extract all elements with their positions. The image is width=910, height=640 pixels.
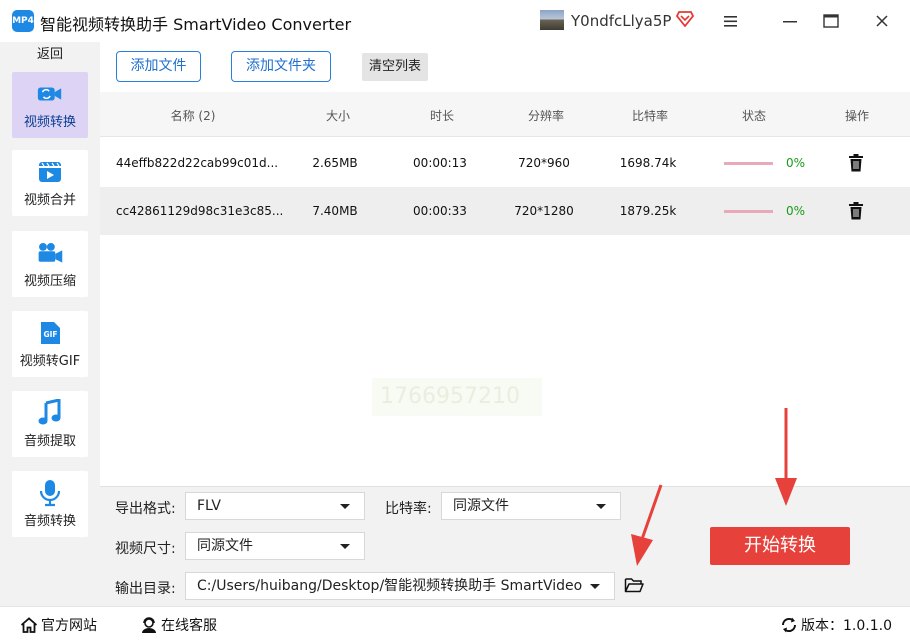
start-convert-button[interactable]: 开始转换 <box>710 527 850 565</box>
title-bar: MP4 智能视频转换助手 SmartVideo Converter Y0ndfc… <box>0 0 910 42</box>
table-header: 名称 (2) 大小 时长 分辨率 比特率 状态 操作 <box>100 92 910 137</box>
chevron-down-icon <box>340 504 350 509</box>
sidebar-item-audio-convert[interactable]: 音频转换 <box>12 471 88 537</box>
chevron-down-icon <box>596 504 606 509</box>
file-bitrate: 1879.25k <box>619 204 677 218</box>
video-size-label: 视频尺寸: <box>115 541 176 557</box>
column-header-duration[interactable]: 时长 <box>430 107 454 124</box>
progress-bar <box>724 210 773 213</box>
maximize-button[interactable] <box>816 9 846 33</box>
clear-list-button[interactable]: 清空列表 <box>362 53 428 81</box>
video-size-value: 同源文件 <box>197 538 253 554</box>
sidebar-item-video-convert[interactable]: 视频转换 <box>12 72 88 138</box>
sidebar-item-label: 音频提取 <box>23 433 76 449</box>
sidebar-item-label: 视频合并 <box>23 192 76 208</box>
refresh-icon <box>781 617 797 633</box>
file-name: 44effb822d22cab99c01d... <box>116 156 279 170</box>
bitrate-value: 同源文件 <box>453 498 509 514</box>
chevron-down-icon <box>590 584 600 589</box>
maximize-icon <box>823 14 839 28</box>
file-resolution: 720*1280 <box>514 204 574 218</box>
sidebar: 返回 视频转换 视频合并 视频压缩 GIF 视频转GIF 音频提取 音频转换 <box>0 42 100 606</box>
official-website-link[interactable]: 官方网站 <box>20 615 97 635</box>
annotation-arrow-icon <box>631 484 663 566</box>
file-name: cc42861129d98c31e3c85... <box>116 204 284 218</box>
trash-icon[interactable] <box>848 154 864 172</box>
minimize-icon <box>783 21 797 23</box>
version-info[interactable]: 版本：1.0.1.0 <box>780 615 892 635</box>
progress-bar <box>724 162 773 165</box>
chevron-down-icon <box>340 544 350 549</box>
bitrate-select[interactable]: 同源文件 <box>441 492 621 520</box>
video-merge-icon <box>36 159 64 185</box>
watermark: 1766957210 <box>372 378 542 416</box>
table-row[interactable]: 44effb822d22cab99c01d... 2.65MB 00:00:13… <box>100 139 910 187</box>
progress-percent: 0% <box>786 156 806 170</box>
online-support-label: 在线客服 <box>161 618 217 634</box>
folder-open-icon[interactable] <box>624 576 644 594</box>
sidebar-item-video-compress[interactable]: 视频压缩 <box>12 231 88 297</box>
annotation-arrow-icon <box>775 408 797 506</box>
bitrate-label: 比特率: <box>385 501 432 517</box>
support-agent-icon <box>142 617 156 633</box>
status-bar: 官方网站 在线客服 版本：1.0.1.0 <box>0 606 910 640</box>
menu-icon[interactable] <box>722 13 740 29</box>
close-button[interactable] <box>867 9 897 33</box>
output-dir-select[interactable]: C:/Users/huibang/Desktop/智能视频转换助手 SmartV… <box>185 572 615 600</box>
music-note-icon <box>36 398 64 426</box>
output-dir-label: 输出目录: <box>115 581 176 597</box>
column-header-size[interactable]: 大小 <box>326 107 350 124</box>
version-label: 版本：1.0.1.0 <box>801 618 892 634</box>
app-title: 智能视频转换助手 SmartVideo Converter <box>40 15 352 34</box>
file-duration: 00:00:13 <box>413 156 467 170</box>
progress-percent: 0% <box>786 204 806 218</box>
back-button[interactable]: 返回 <box>10 44 90 66</box>
sidebar-item-video-to-gif[interactable]: GIF 视频转GIF <box>12 311 88 377</box>
trash-icon[interactable] <box>848 202 864 220</box>
file-duration: 00:00:33 <box>413 204 467 218</box>
column-header-name[interactable]: 名称 (2) <box>171 107 216 124</box>
official-website-label: 官方网站 <box>41 618 97 634</box>
sidebar-item-label: 音频转换 <box>23 513 76 529</box>
file-resolution: 720*960 <box>518 156 570 170</box>
column-header-bitrate[interactable]: 比特率 <box>632 107 668 124</box>
close-icon <box>876 15 888 27</box>
column-header-actions: 操作 <box>844 109 870 123</box>
sidebar-item-label: 视频转换 <box>23 114 76 130</box>
video-compress-icon <box>36 240 64 266</box>
sidebar-item-label: 视频压缩 <box>23 273 76 289</box>
sidebar-item-audio-extract[interactable]: 音频提取 <box>12 391 88 457</box>
format-label: 导出格式: <box>115 501 176 517</box>
format-value: FLV <box>197 498 221 514</box>
gif-icon: GIF <box>36 320 64 346</box>
avatar[interactable] <box>540 10 564 30</box>
column-header-status: 状态 <box>741 109 767 123</box>
microphone-icon <box>36 479 64 506</box>
file-bitrate: 1698.74k <box>619 156 677 170</box>
file-size: 7.40MB <box>312 204 358 218</box>
video-convert-icon <box>36 81 64 107</box>
format-select[interactable]: FLV <box>185 492 365 520</box>
file-size: 2.65MB <box>312 156 358 170</box>
add-folder-button[interactable]: 添加文件夹 <box>231 51 331 82</box>
column-header-resolution[interactable]: 分辨率 <box>528 107 564 124</box>
user-name[interactable]: Y0ndfcLlya5P <box>571 12 671 30</box>
app-logo-icon: MP4 <box>12 10 34 32</box>
home-icon <box>20 617 38 633</box>
minimize-button[interactable] <box>775 9 805 33</box>
video-size-select[interactable]: 同源文件 <box>185 532 365 560</box>
sidebar-item-video-merge[interactable]: 视频合并 <box>12 150 88 216</box>
svg-text:GIF: GIF <box>43 330 57 339</box>
table-row[interactable]: cc42861129d98c31e3c85... 7.40MB 00:00:33… <box>100 187 910 235</box>
add-file-button[interactable]: 添加文件 <box>116 51 201 82</box>
vip-diamond-icon[interactable] <box>676 11 694 27</box>
output-dir-value: C:/Users/huibang/Desktop/智能视频转换助手 SmartV… <box>197 578 583 594</box>
sidebar-item-label: 视频转GIF <box>19 353 81 369</box>
online-support-link[interactable]: 在线客服 <box>140 615 217 635</box>
